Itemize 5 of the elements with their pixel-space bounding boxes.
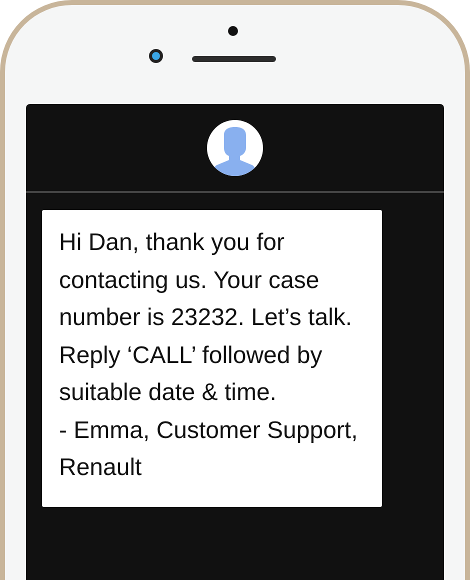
avatar-icon [207,120,263,176]
sensor-icon [228,26,238,36]
camera-icon [149,49,163,63]
message-text: Hi Dan, thank you for contacting us. Your case number is 23232. Let’s talk. Reply ‘CALL’ followed by suitable date & time. - Emma, Customer Support, Renault [42,210,382,506]
speaker-icon [192,56,276,62]
